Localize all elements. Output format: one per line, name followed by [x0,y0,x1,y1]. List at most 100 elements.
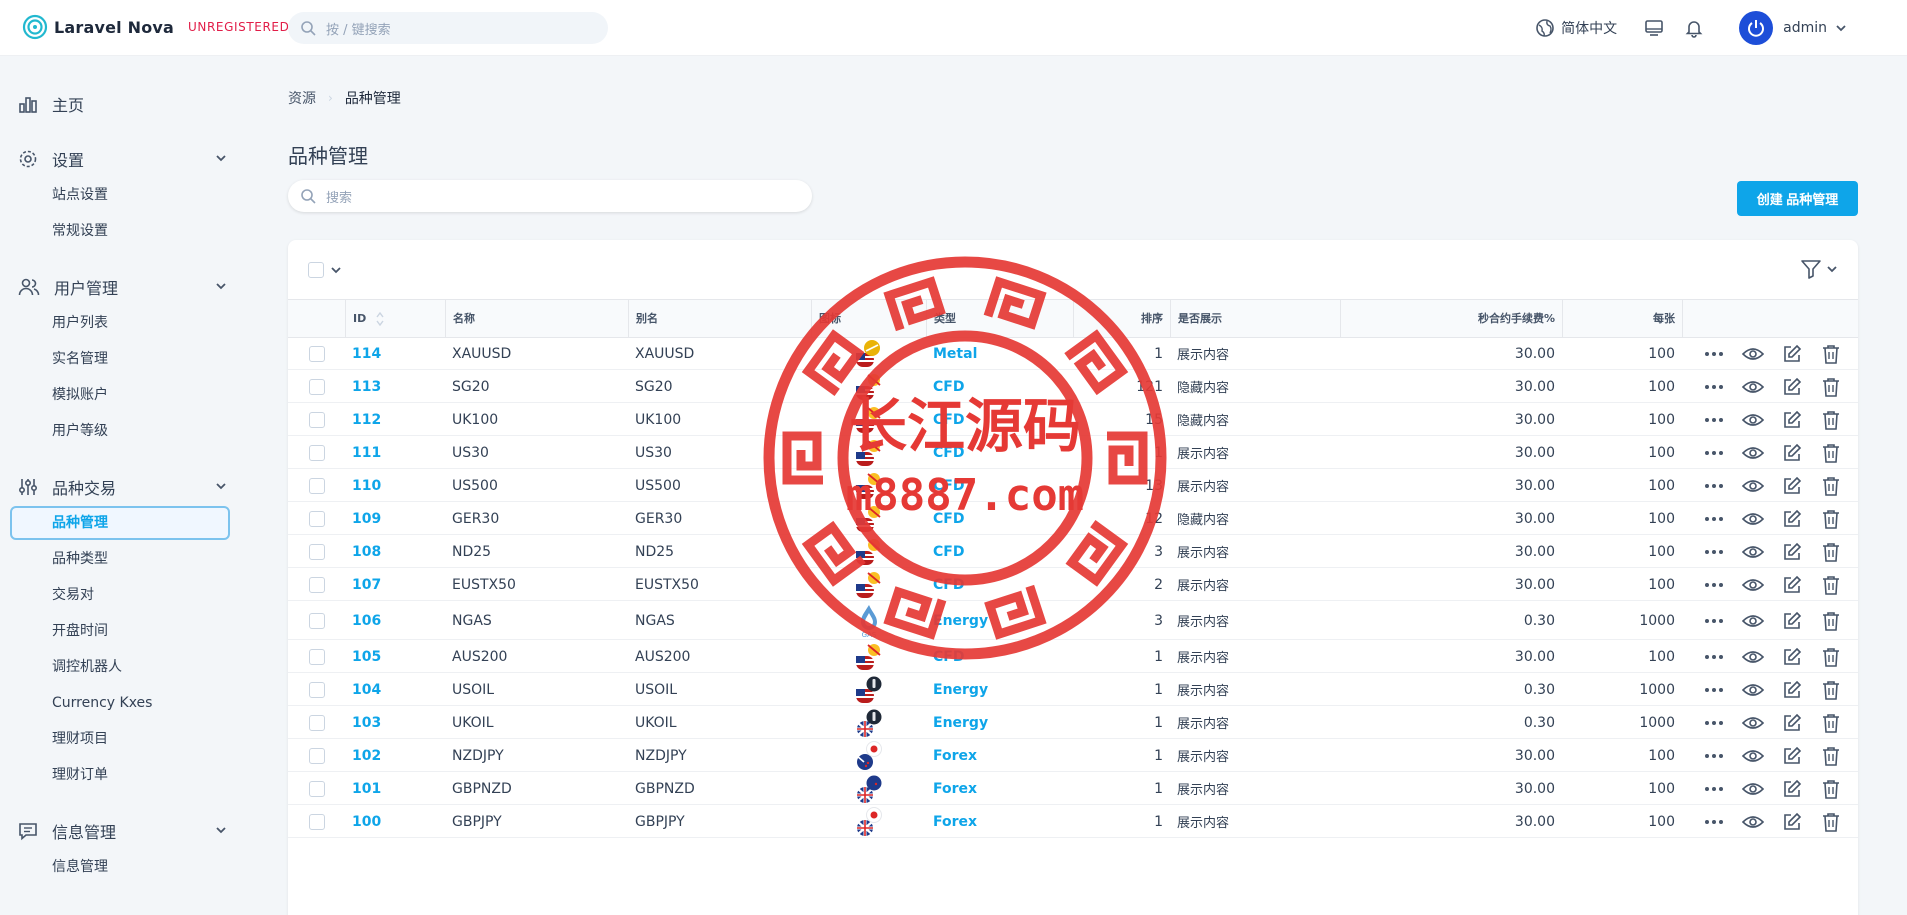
table-row[interactable]: 109 GER30 GER30 CFD 12 隐藏内容 30.00 100 [288,503,1858,535]
eye-icon[interactable] [1740,710,1766,736]
cell-type[interactable]: CFD [926,371,1073,402]
cell-id[interactable]: 105 [345,641,445,672]
monitor-icon[interactable] [1643,17,1665,39]
sidebar-item-demo-account[interactable]: 模拟账户 [10,378,230,412]
sidebar-item-user-list[interactable]: 用户列表 [10,306,230,340]
row-id-link[interactable]: 112 [352,412,381,428]
row-checkbox[interactable] [309,510,325,527]
row-id-link[interactable]: 114 [352,346,381,362]
cell-id[interactable]: 104 [345,674,445,705]
eye-icon[interactable] [1740,743,1766,769]
eye-icon[interactable] [1740,677,1766,703]
filter-dropdown[interactable] [1800,258,1838,280]
eye-icon[interactable] [1740,644,1766,670]
edit-icon[interactable] [1779,644,1805,670]
cell-type[interactable]: Forex [926,740,1073,771]
more-icon[interactable] [1701,710,1727,736]
row-checkbox[interactable] [309,813,325,830]
edit-icon[interactable] [1779,440,1805,466]
table-row[interactable]: 101 GBPNZD GBPNZD Forex 1 展示内容 30.00 100 [288,773,1858,805]
table-row[interactable]: 100 GBPJPY GBPJPY Forex 1 展示内容 30.00 100 [288,806,1858,838]
more-icon[interactable] [1701,572,1727,598]
trash-icon[interactable] [1818,407,1844,433]
row-checkbox[interactable] [309,477,325,494]
cell-type[interactable]: CFD [926,404,1073,435]
cell-type[interactable]: Energy [926,707,1073,738]
table-row[interactable]: 113 SG20 SG20 CFD 121 隐藏内容 30.00 100 [288,371,1858,403]
sidebar-item-message-management[interactable]: 信息管理 [10,850,230,884]
more-icon[interactable] [1701,743,1727,769]
table-row[interactable]: 112 UK100 UK100 CFD 15 隐藏内容 30.00 100 [288,404,1858,436]
cell-type[interactable]: CFD [926,437,1073,468]
row-checkbox[interactable] [309,681,325,698]
edit-icon[interactable] [1779,539,1805,565]
trash-icon[interactable] [1818,539,1844,565]
more-icon[interactable] [1701,608,1727,634]
eye-icon[interactable] [1740,572,1766,598]
cell-type[interactable]: Energy [926,602,1073,639]
more-icon[interactable] [1701,374,1727,400]
eye-icon[interactable] [1740,341,1766,367]
edit-icon[interactable] [1779,341,1805,367]
edit-icon[interactable] [1779,743,1805,769]
cell-id[interactable]: 108 [345,536,445,567]
row-type-link[interactable]: CFD [933,379,964,395]
eye-icon[interactable] [1740,473,1766,499]
trash-icon[interactable] [1818,506,1844,532]
sidebar-group-users[interactable]: 用户管理 [18,273,228,301]
cell-id[interactable]: 112 [345,404,445,435]
row-id-link[interactable]: 107 [352,577,381,593]
row-type-link[interactable]: CFD [933,478,964,494]
table-row[interactable]: 103 UKOIL UKOIL Energy 1 展示内容 0.30 1000 [288,707,1858,739]
row-checkbox[interactable] [309,780,325,797]
sidebar-group-trading[interactable]: 品种交易 [18,473,228,501]
row-id-link[interactable]: 101 [352,781,381,797]
edit-icon[interactable] [1779,710,1805,736]
table-row[interactable]: 102 NZDJPY NZDJPY Forex 1 展示内容 30.00 100 [288,740,1858,772]
edit-icon[interactable] [1779,473,1805,499]
table-row[interactable]: 114 XAUUSD XAUUSD Metal 1 展示内容 30.00 100 [288,338,1858,370]
sidebar-item-trading-pair[interactable]: 交易对 [10,578,230,612]
trash-icon[interactable] [1818,710,1844,736]
cell-type[interactable]: Metal [926,338,1073,369]
trash-icon[interactable] [1818,473,1844,499]
cell-id[interactable]: 101 [345,773,445,804]
sidebar-item-symbol-type[interactable]: 品种类型 [10,542,230,576]
edit-icon[interactable] [1779,506,1805,532]
cell-id[interactable]: 109 [345,503,445,534]
brand[interactable]: Laravel Nova UNREGISTERED [22,14,289,40]
eye-icon[interactable] [1740,407,1766,433]
row-checkbox[interactable] [309,543,325,560]
sidebar-item-currency-kxes[interactable]: Currency Kxes [10,686,230,720]
column-header-id[interactable]: ID [345,300,445,338]
select-all-checkbox[interactable] [308,262,324,278]
cell-type[interactable]: Forex [926,806,1073,837]
eye-icon[interactable] [1740,374,1766,400]
cell-type[interactable]: CFD [926,641,1073,672]
table-row[interactable]: 107 EUSTX50 EUSTX50 CFD 2 展示内容 30.00 100 [288,569,1858,601]
edit-icon[interactable] [1779,374,1805,400]
cell-id[interactable]: 106 [345,602,445,639]
row-id-link[interactable]: 105 [352,649,381,665]
cell-id[interactable]: 102 [345,740,445,771]
row-id-link[interactable]: 111 [352,445,381,461]
cell-type[interactable]: CFD [926,470,1073,501]
bell-icon[interactable] [1683,17,1705,39]
trash-icon[interactable] [1818,677,1844,703]
row-type-link[interactable]: CFD [933,445,964,461]
eye-icon[interactable] [1740,539,1766,565]
row-checkbox[interactable] [309,648,325,665]
sidebar-item-finance-order[interactable]: 理财订单 [10,758,230,792]
select-all-dropdown[interactable] [308,262,342,278]
row-checkbox[interactable] [309,576,325,593]
table-row[interactable]: 111 US30 US30 CFD 1 展示内容 30.00 100 [288,437,1858,469]
table-row[interactable]: 108 ND25 ND25 CFD 3 展示内容 30.00 100 [288,536,1858,568]
global-search-input[interactable]: 按 / 键搜索 [288,12,608,44]
table-row[interactable]: 104 USOIL USOIL Energy 1 展示内容 0.30 1000 [288,674,1858,706]
cell-type[interactable]: CFD [926,536,1073,567]
row-checkbox[interactable] [309,612,325,629]
row-id-link[interactable]: 110 [352,478,381,494]
row-type-link[interactable]: Forex [933,814,977,830]
table-row[interactable]: 110 US500 US500 CFD 13 展示内容 30.00 100 [288,470,1858,502]
sidebar-item-symbol-management[interactable]: 品种管理 [10,506,230,540]
